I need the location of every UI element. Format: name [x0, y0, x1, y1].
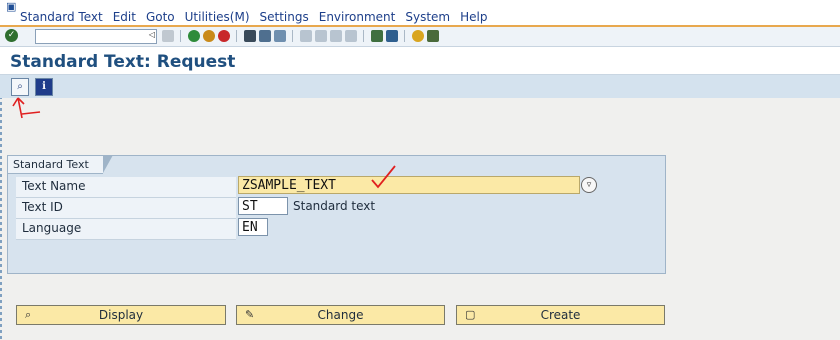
f4-help-icon[interactable]: ▿ — [581, 177, 597, 193]
find-icon[interactable] — [259, 30, 271, 42]
menu-help[interactable]: Help — [460, 10, 487, 24]
title-bar: Standard Text: Request — [0, 47, 840, 74]
language-row: Language — [16, 219, 236, 240]
display-button-label: Display — [98, 308, 144, 322]
toolbar-separator — [292, 30, 293, 42]
glasses-icon: ⌕ — [25, 308, 32, 321]
change-button-label: Change — [317, 308, 364, 322]
menu-utilities[interactable]: Utilities(M) — [185, 10, 250, 24]
toolbar-separator — [404, 30, 405, 42]
next-page-icon[interactable] — [330, 30, 342, 42]
create-button-label: Create — [540, 308, 581, 322]
menu-goto[interactable]: Goto — [146, 10, 175, 24]
group-title: Standard Text — [7, 155, 113, 174]
text-name-field[interactable]: ZSAMPLE_TEXT — [238, 176, 580, 194]
last-page-icon[interactable] — [345, 30, 357, 42]
standard-text-group: Standard Text Text Name Text ID Language — [7, 155, 666, 274]
menu-edit[interactable]: Edit — [113, 10, 136, 24]
first-page-icon[interactable] — [300, 30, 312, 42]
previous-page-icon[interactable] — [315, 30, 327, 42]
menu-standard-text[interactable]: Standard Text — [20, 10, 103, 24]
text-id-description: Standard text — [293, 199, 376, 213]
menu-environment[interactable]: Environment — [319, 10, 396, 24]
language-label: Language — [22, 221, 82, 235]
cancel-icon[interactable] — [218, 30, 230, 42]
menu-items: Standard Text Edit Goto Utilities(M) Set… — [20, 10, 487, 24]
print-icon[interactable] — [244, 30, 256, 42]
change-button[interactable]: ✎ Change — [236, 305, 445, 325]
find-next-icon[interactable] — [274, 30, 286, 42]
toolbar-separator — [236, 30, 237, 42]
layout-icon[interactable] — [427, 30, 439, 42]
page-title: Standard Text: Request — [10, 52, 236, 72]
save-icon[interactable] — [162, 30, 174, 42]
back-icon[interactable] — [188, 30, 200, 42]
text-id-field[interactable]: ST — [238, 197, 288, 215]
text-id-row: Text ID — [16, 198, 236, 219]
display-button[interactable]: ⌕ Display — [16, 305, 226, 325]
text-name-label: Text Name — [22, 179, 86, 193]
command-input[interactable] — [36, 33, 140, 44]
text-id-label: Text ID — [22, 200, 63, 214]
help-icon[interactable] — [412, 30, 424, 42]
text-name-row: Text Name — [16, 177, 236, 198]
annotation-checkmark — [371, 165, 396, 189]
enter-check-icon[interactable]: ✓ — [5, 29, 18, 42]
menu-system[interactable]: System — [405, 10, 450, 24]
application-toolbar: ⌕ i — [0, 75, 840, 98]
new-session-icon[interactable] — [371, 30, 383, 42]
shortcut-icon[interactable] — [386, 30, 398, 42]
display-object-icon[interactable]: ⌕ — [11, 78, 29, 96]
exit-icon[interactable] — [203, 30, 215, 42]
info-icon[interactable]: i — [35, 78, 53, 96]
command-dropdown-icon[interactable]: ◁ — [149, 30, 155, 39]
menu-bar: ▣ Standard Text Edit Goto Utilities(M) S… — [0, 0, 840, 26]
toolbar-separator — [363, 30, 364, 42]
toolbar-separator — [180, 30, 181, 42]
pencil-icon: ✎ — [245, 308, 255, 321]
window-menu-icon[interactable]: ▣ — [6, 0, 16, 13]
menu-settings[interactable]: Settings — [260, 10, 309, 24]
new-document-icon: ▢ — [465, 308, 476, 321]
create-button[interactable]: ▢ Create — [456, 305, 665, 325]
annotation-arrow — [12, 97, 41, 119]
command-field[interactable]: ◁ — [35, 29, 157, 44]
standard-toolbar: ✓ ◁ — [0, 27, 840, 47]
language-field[interactable]: EN — [238, 218, 268, 236]
